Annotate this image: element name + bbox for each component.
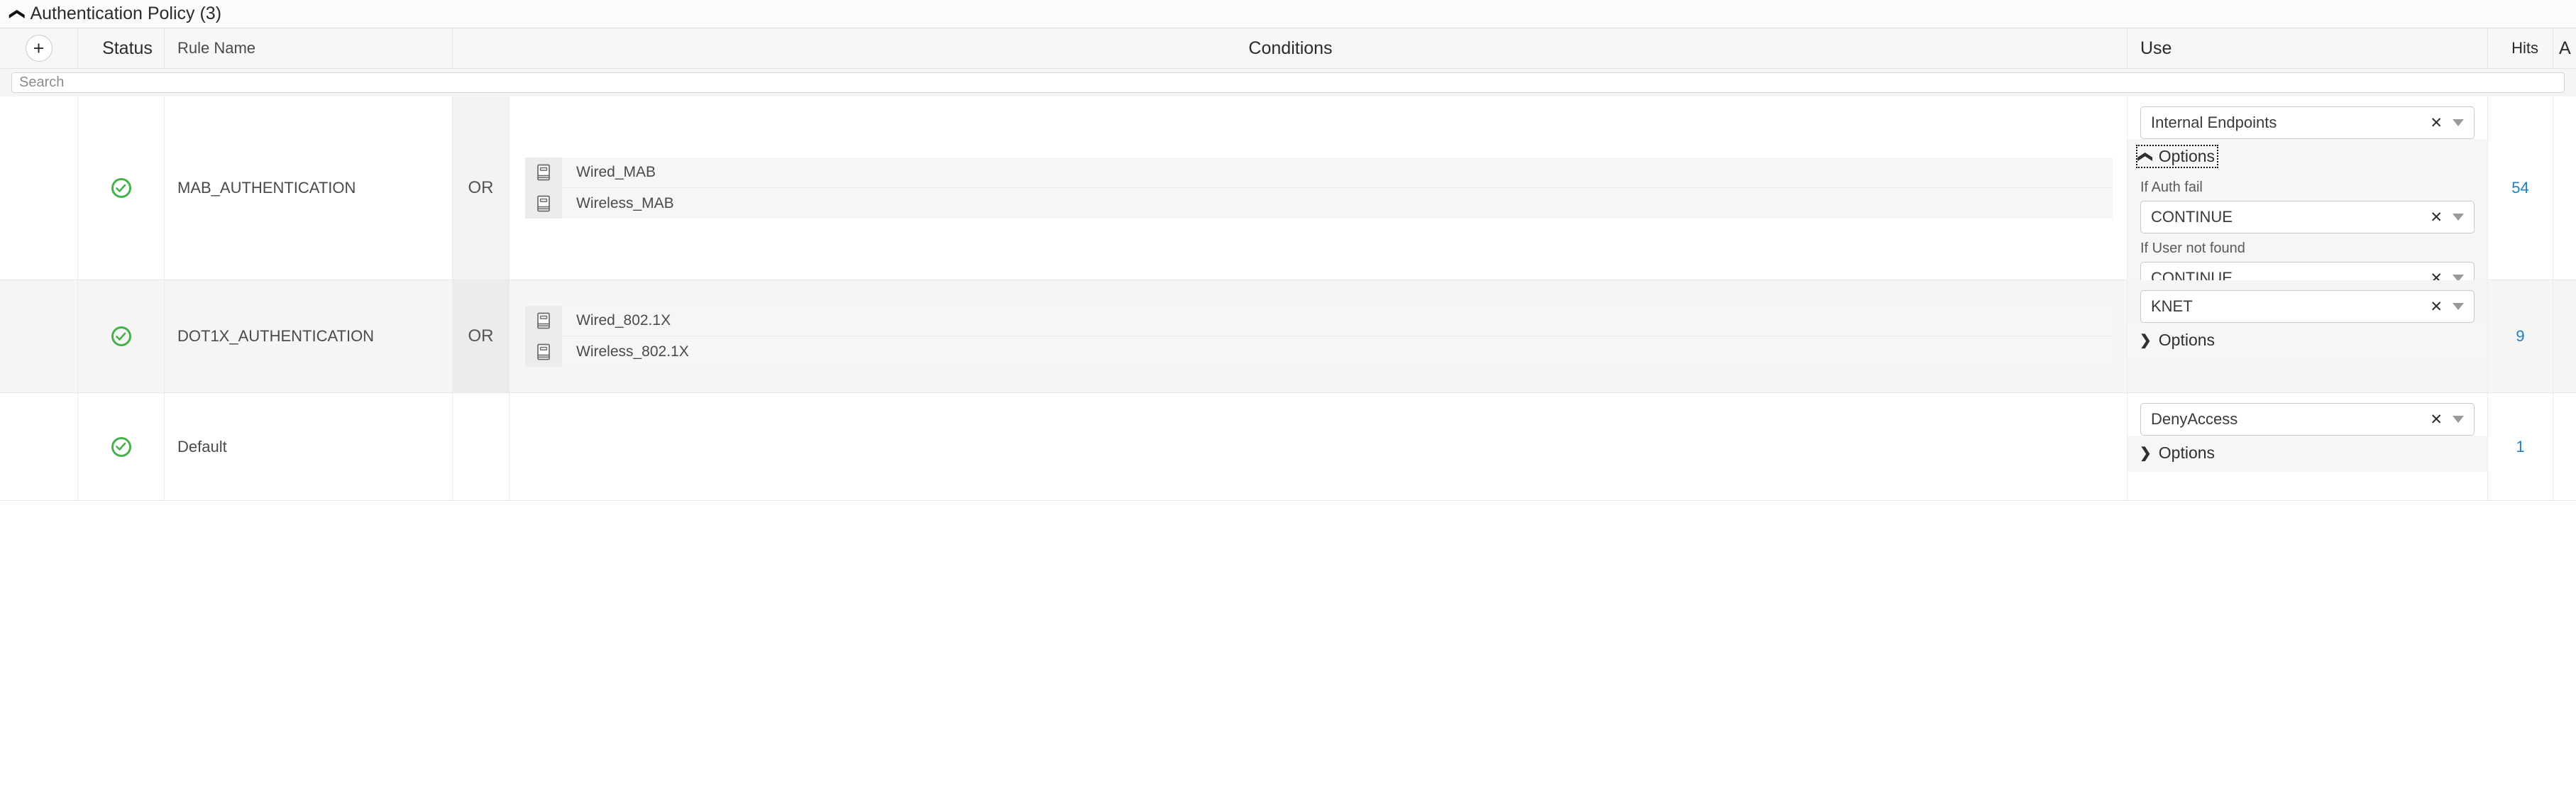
condition-pill[interactable]: Wired_802.1X (525, 306, 2113, 336)
search-row (0, 69, 2576, 96)
caret-down-icon[interactable] (2453, 416, 2464, 423)
column-header-conditions: Conditions (453, 28, 2128, 68)
condition-pill[interactable]: Wireless_802.1X (525, 336, 2113, 367)
condition-operator: OR (453, 96, 510, 280)
if-auth-fail-label: If Auth fail (2140, 180, 2203, 195)
add-rule-cell: + (0, 28, 78, 68)
use-select-wrapper: DenyAccess ✕ (2128, 393, 2487, 436)
chevron-right-icon: ❯ (2140, 332, 2152, 348)
check-circle-green-icon (111, 178, 131, 198)
rule-name-cell[interactable]: DOT1X_AUTHENTICATION (165, 280, 453, 392)
hits-count[interactable]: 1 (2516, 438, 2524, 456)
drag-handle-cell[interactable] (0, 280, 78, 392)
options-toggle[interactable]: ❮ Options (2135, 145, 2219, 168)
close-x-icon[interactable]: ✕ (2430, 412, 2443, 427)
caret-down-icon[interactable] (2453, 214, 2464, 221)
use-cell: KNET ✕ ❯ Options (2128, 280, 2488, 392)
actions-cell[interactable] (2553, 96, 2576, 280)
options-toggle[interactable]: ❯ Options (2137, 330, 2217, 350)
condition-pill[interactable]: Wireless_MAB (525, 188, 2113, 219)
status-cell[interactable] (78, 96, 165, 280)
options-panel: ❯ Options (2128, 436, 2487, 472)
rule-name-cell[interactable]: MAB_AUTHENTICATION (165, 96, 453, 280)
hits-cell: 1 (2488, 393, 2553, 500)
add-rule-button[interactable]: + (25, 35, 53, 62)
hits-count[interactable]: 54 (2511, 179, 2528, 197)
empty-conditions (525, 393, 2113, 500)
chevron-down-icon[interactable]: ❮ (9, 7, 27, 20)
options-panel: ❯ Options (2128, 323, 2487, 359)
condition-label: Wireless_802.1X (576, 343, 689, 360)
rule-name-cell[interactable]: Default (165, 393, 453, 500)
use-select[interactable]: Internal Endpoints ✕ (2140, 106, 2475, 139)
use-cell: DenyAccess ✕ ❯ Options (2128, 393, 2488, 500)
column-header-status: Status (78, 28, 165, 68)
library-book-icon (525, 336, 562, 367)
options-label: Options (2158, 147, 2216, 165)
if-auth-fail-value: CONTINUE (2151, 208, 2233, 226)
use-select-wrapper: KNET ✕ (2128, 280, 2487, 323)
caret-down-icon[interactable] (2453, 303, 2464, 310)
condition-label: Wired_802.1X (576, 312, 671, 329)
condition-operator (453, 393, 510, 500)
table-row[interactable]: MAB_AUTHENTICATION OR Wired_MAB Wireless… (0, 96, 2576, 374)
status-cell[interactable] (78, 393, 165, 500)
condition-label: Wireless_MAB (576, 194, 674, 211)
caret-down-icon[interactable] (2453, 119, 2464, 126)
condition-operator: OR (453, 280, 510, 392)
condition-list: Wired_802.1X Wireless_802.1X (525, 306, 2113, 367)
use-select-value: Internal Endpoints (2151, 114, 2277, 131)
condition-list: Wired_MAB Wireless_MAB (525, 158, 2113, 219)
close-x-icon[interactable]: ✕ (2430, 299, 2443, 314)
section-header[interactable]: ❮ Authentication Policy (3) (0, 0, 2576, 28)
check-circle-green-icon (111, 436, 131, 457)
use-select-value: DenyAccess (2151, 410, 2238, 428)
status-cell[interactable] (78, 280, 165, 392)
page-title: Authentication Policy (3) (30, 4, 222, 23)
chevron-down-icon: ❮ (2137, 150, 2154, 162)
options-label: Options (2158, 331, 2216, 349)
library-book-icon (525, 306, 562, 336)
options-label: Options (2158, 443, 2216, 462)
hits-cell: 9 (2488, 280, 2553, 392)
use-select[interactable]: KNET ✕ (2140, 290, 2475, 323)
condition-label: Wired_MAB (576, 164, 656, 180)
column-header-actions: A (2559, 38, 2571, 58)
use-select[interactable]: DenyAccess ✕ (2140, 403, 2475, 436)
check-circle-green-icon (111, 326, 131, 346)
close-x-icon[interactable]: ✕ (2430, 210, 2443, 225)
library-book-icon (525, 158, 562, 187)
hits-cell: 54 (2488, 96, 2553, 280)
use-select-value: KNET (2151, 297, 2193, 315)
chevron-right-icon: ❯ (2140, 445, 2152, 461)
drag-handle-cell[interactable] (0, 393, 78, 500)
search-input[interactable] (11, 72, 2565, 93)
conditions-cell[interactable]: Wired_802.1X Wireless_802.1X (510, 280, 2128, 392)
use-select-wrapper: Internal Endpoints ✕ (2128, 96, 2487, 139)
drag-handle-cell[interactable] (0, 96, 78, 280)
actions-cell[interactable] (2553, 393, 2576, 500)
column-header-hits: Hits (2488, 28, 2553, 68)
table-row[interactable]: Default DenyAccess ✕ ❯ Options 1 (0, 393, 2576, 501)
actions-cell[interactable] (2553, 280, 2576, 392)
conditions-cell[interactable]: Wired_MAB Wireless_MAB (510, 96, 2128, 280)
options-toggle[interactable]: ❯ Options (2137, 443, 2217, 463)
column-header-rule-name: Rule Name (165, 28, 453, 68)
condition-pill[interactable]: Wired_MAB (525, 158, 2113, 188)
conditions-cell[interactable] (510, 393, 2128, 500)
table-row[interactable]: DOT1X_AUTHENTICATION OR Wired_802.1X Wir… (0, 280, 2576, 393)
library-book-icon (525, 188, 562, 219)
if-auth-fail-select[interactable]: CONTINUE ✕ (2140, 201, 2475, 233)
if-user-not-found-label: If User not found (2140, 241, 2245, 256)
column-header-use: Use (2128, 28, 2488, 68)
hits-count[interactable]: 9 (2516, 327, 2524, 346)
close-x-icon[interactable]: ✕ (2430, 116, 2443, 131)
use-cell: Internal Endpoints ✕ ❮ Options If Auth f… (2128, 96, 2488, 374)
table-header-row: + Status Rule Name Conditions Use Hits A (0, 28, 2576, 69)
